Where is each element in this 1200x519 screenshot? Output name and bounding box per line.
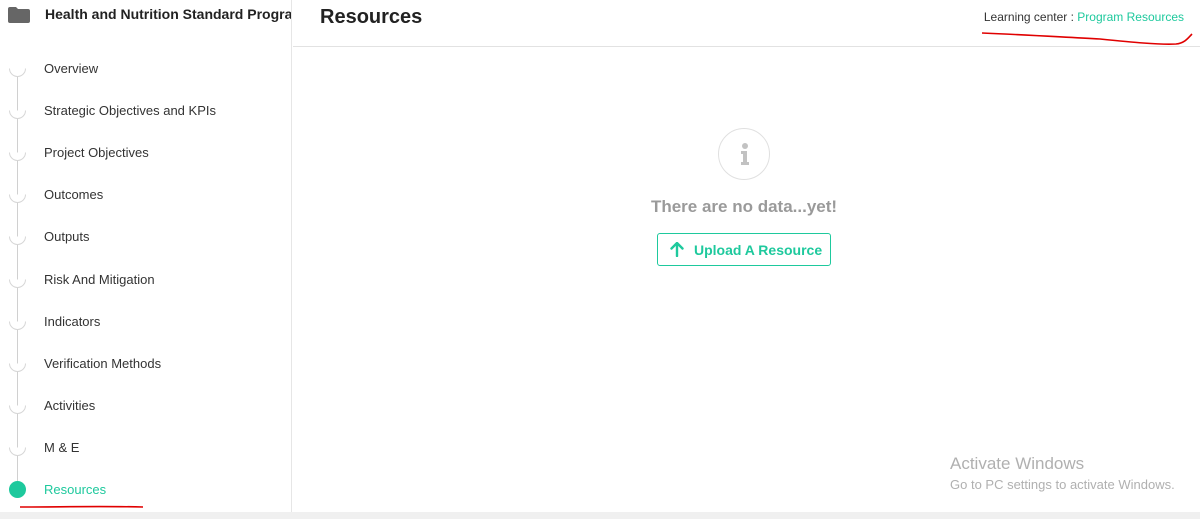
- sidebar-item-verification-methods[interactable]: Verification Methods: [0, 343, 292, 385]
- step-indicator: [9, 110, 26, 119]
- page-header: Resources Learning center : Program Reso…: [293, 0, 1200, 47]
- sidebar-item-indicators[interactable]: Indicators: [0, 301, 292, 343]
- step-indicator: [9, 68, 26, 77]
- sidebar-item-project-objectives[interactable]: Project Objectives: [0, 132, 292, 174]
- sidebar-item-outputs[interactable]: Outputs: [0, 216, 292, 258]
- sidebar-item-label: Risk And Mitigation: [44, 272, 155, 287]
- folder-icon: [8, 7, 30, 23]
- program-title: Health and Nutrition Standard Program: [45, 6, 291, 22]
- sidebar-item-label: Activities: [44, 398, 96, 413]
- sidebar-item-label: M & E: [44, 440, 80, 455]
- step-indicator: [9, 152, 26, 161]
- upload-resource-label: Upload A Resource: [694, 242, 823, 258]
- sidebar-item-strategic-objectives-and-kpis[interactable]: Strategic Objectives and KPIs: [0, 90, 292, 132]
- sidebar-item-activities[interactable]: Activities: [0, 385, 292, 427]
- arrow-up-icon: [670, 241, 684, 260]
- sidebar-item-label: Outcomes: [44, 187, 104, 202]
- step-indicator: [9, 236, 26, 245]
- breadcrumb-prefix: Learning center :: [983, 10, 1078, 24]
- step-indicator-active: [9, 481, 26, 498]
- sidebar-item-risk-and-mitigation[interactable]: Risk And Mitigation: [0, 259, 292, 301]
- breadcrumb: Learning center : Program Resources: [984, 10, 1184, 24]
- step-indicator: [9, 363, 26, 372]
- watermark-title: Activate Windows: [950, 454, 1085, 473]
- step-indicator: [9, 194, 26, 203]
- empty-state-text: There are no data...yet!: [650, 197, 838, 216]
- sidebar-item-label: Verification Methods: [44, 356, 162, 371]
- sidebar-item-label: Strategic Objectives and KPIs: [44, 103, 216, 118]
- sidebar-item-resources[interactable]: Resources: [0, 469, 292, 511]
- sidebar-item-overview[interactable]: Overview: [0, 48, 292, 90]
- step-indicator: [9, 405, 26, 414]
- sidebar-item-label: Outputs: [44, 229, 90, 244]
- step-indicator: [9, 321, 26, 330]
- step-indicator: [9, 447, 26, 456]
- window-bottom-edge: [0, 512, 1200, 519]
- sidebar-item-label: Overview: [44, 61, 99, 76]
- main-content: There are no data...yet! Upload A Resour…: [293, 48, 1200, 512]
- activate-windows-watermark: Activate Windows Go to PC settings to ac…: [950, 454, 1175, 492]
- sidebar-header: Health and Nutrition Standard Program: [0, 0, 292, 36]
- info-icon: [718, 128, 770, 180]
- sidebar-item-label: Project Objectives: [44, 145, 149, 160]
- step-indicator: [9, 279, 26, 288]
- sidebar-item-label: Indicators: [44, 314, 101, 329]
- watermark-subtitle: Go to PC settings to activate Windows.: [950, 477, 1175, 492]
- page-title: Resources: [320, 6, 423, 28]
- sidebar: Health and Nutrition Standard Program Ov…: [0, 0, 292, 512]
- sidebar-item-label: Resources: [44, 482, 107, 497]
- upload-resource-button[interactable]: Upload A Resource: [657, 233, 831, 266]
- sidebar-item-outcomes[interactable]: Outcomes: [0, 174, 292, 216]
- breadcrumb-link-program-resources[interactable]: Program Resources: [1077, 10, 1184, 24]
- sidebar-item-m-e[interactable]: M & E: [0, 427, 292, 469]
